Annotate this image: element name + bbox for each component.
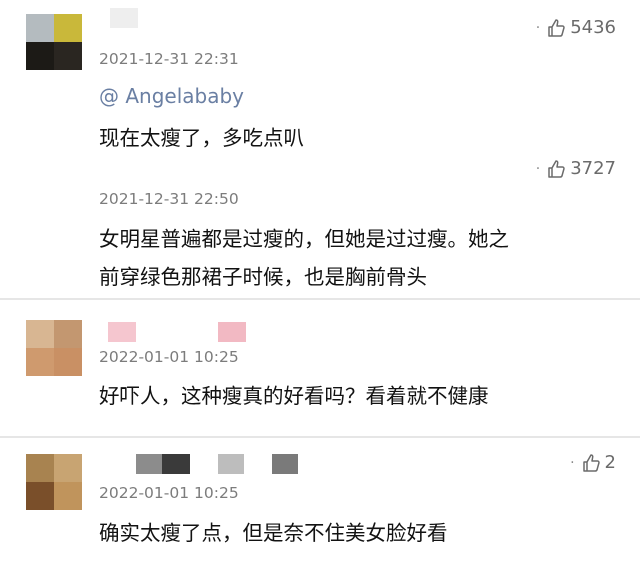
avatar[interactable]	[26, 454, 82, 510]
comment-text: 女明星普遍都是过瘦的，但她是过过瘦。她之 前穿绿色那裙子时候，也是胸前骨头	[99, 220, 509, 296]
dot-separator: ·	[535, 160, 541, 177]
avatar-tile	[26, 320, 54, 348]
username-blur-block	[218, 454, 244, 474]
like-count: 3727	[570, 158, 616, 179]
comment-text-line: 女明星普遍都是过瘦的，但她是过过瘦。她之	[99, 227, 509, 251]
avatar-tile	[54, 320, 82, 348]
comment-item: · 2 2022-01-01 10:25 确实太瘦了点，但是奈不住美女脸好看	[0, 438, 640, 565]
comment-text-line: 好吓人，这种瘦真的好看吗？看着就不健康	[99, 384, 489, 408]
username-blur-block	[162, 454, 190, 474]
avatar-tile	[26, 348, 54, 376]
like-button[interactable]: · 5436	[536, 17, 616, 38]
avatar-tile	[54, 14, 82, 42]
like-button[interactable]: · 3727	[536, 158, 616, 179]
avatar-tile	[26, 42, 54, 70]
like-button[interactable]: · 2	[570, 452, 616, 473]
comment-timestamp: 2021-12-31 22:50	[99, 190, 239, 208]
avatar-tile	[54, 454, 82, 482]
avatar[interactable]	[26, 320, 82, 376]
comment-item: · 3727 2021-12-31 22:50 女明星普遍都是过瘦的，但她是过过…	[0, 150, 640, 300]
avatar-tile	[54, 348, 82, 376]
username-blur-block	[272, 454, 298, 474]
comment-item: · 5436 2021-12-31 22:31 @ Angelababy 现在太…	[0, 0, 640, 165]
comment-item: 2022-01-01 10:25 好吓人，这种瘦真的好看吗？看着就不健康	[0, 300, 640, 435]
comment-text: 好吓人，这种瘦真的好看吗？看着就不健康	[99, 377, 489, 415]
avatar-tile	[26, 482, 54, 510]
username-blur-block	[136, 454, 164, 474]
thumbs-up-icon	[548, 159, 565, 178]
username-blur-block	[108, 322, 136, 342]
username-blur-block	[110, 8, 138, 28]
comment-timestamp: 2022-01-01 10:25	[99, 484, 239, 502]
mention-link[interactable]: @ Angelababy	[99, 84, 244, 108]
avatar-tile	[54, 482, 82, 510]
like-count: 5436	[570, 17, 616, 38]
avatar-tile	[26, 454, 54, 482]
avatar-tile	[54, 42, 82, 70]
comment-timestamp: 2021-12-31 22:31	[99, 50, 239, 68]
comment-timestamp: 2022-01-01 10:25	[99, 348, 239, 366]
like-count: 2	[604, 452, 616, 473]
avatar[interactable]	[26, 14, 82, 70]
comment-text-line: 确实太瘦了点，但是奈不住美女脸好看	[99, 521, 448, 545]
avatar-tile	[26, 14, 54, 42]
thumbs-up-icon	[548, 18, 565, 37]
username-blur-block	[218, 322, 246, 342]
dot-separator: ·	[570, 454, 575, 471]
comment-text-line: 前穿绿色那裙子时候，也是胸前骨头	[99, 265, 427, 289]
comment-text: 确实太瘦了点，但是奈不住美女脸好看	[99, 514, 448, 552]
dot-separator: ·	[535, 19, 541, 36]
thumbs-up-icon	[582, 453, 600, 472]
